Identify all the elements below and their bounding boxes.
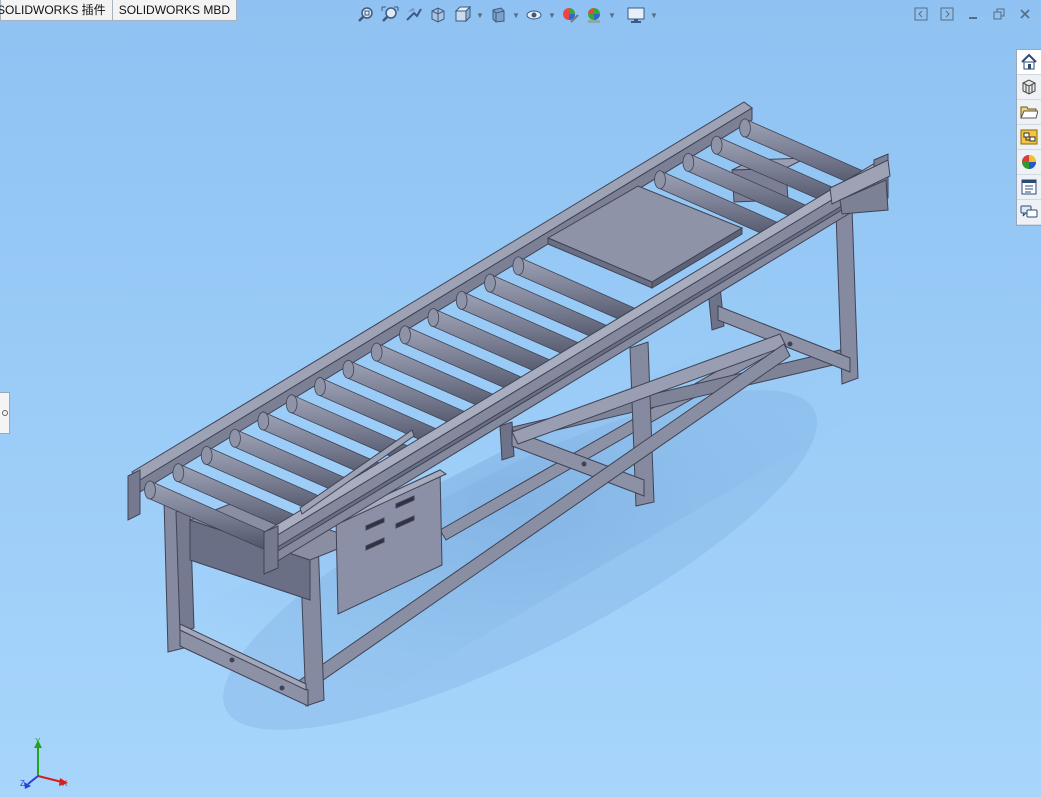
task-pane-tabs: [1016, 49, 1041, 226]
file-explorer-icon[interactable]: [1017, 100, 1041, 125]
view-settings-dropdown[interactable]: ▼: [650, 5, 658, 25]
view-palette-icon[interactable]: [1017, 125, 1041, 150]
triad-x-label: X: [62, 779, 68, 788]
triad-z-label: Z: [20, 779, 25, 788]
view-orientation-icon[interactable]: [452, 5, 472, 25]
apply-scene-icon[interactable]: [584, 5, 604, 25]
view-settings-icon[interactable]: [626, 5, 646, 25]
appearances-icon[interactable]: [1017, 150, 1041, 175]
tile-left-icon[interactable]: [913, 6, 929, 22]
roller-conveyor-model[interactable]: Y X Z: [0, 0, 1041, 797]
handle-grip-icon: [1, 410, 8, 416]
previous-view-icon[interactable]: [404, 5, 424, 25]
display-style-icon[interactable]: [488, 5, 508, 25]
apply-scene-dropdown[interactable]: ▼: [608, 5, 616, 25]
design-library-icon[interactable]: [1017, 75, 1041, 100]
custom-properties-icon[interactable]: [1017, 175, 1041, 200]
zoom-to-area-icon[interactable]: [380, 5, 400, 25]
heads-up-view-toolbar: ▼ ▼ ▼ ▼ ▼: [356, 4, 658, 26]
tab-solidworks-addins[interactable]: SOLIDWORKS 插件: [0, 0, 113, 21]
hide-show-items-dropdown[interactable]: ▼: [548, 5, 556, 25]
document-window-controls: [913, 6, 1033, 22]
forum-icon[interactable]: [1017, 200, 1041, 225]
zoom-to-fit-icon[interactable]: [356, 5, 376, 25]
section-view-icon[interactable]: [428, 5, 448, 25]
display-style-dropdown[interactable]: ▼: [512, 5, 520, 25]
command-manager-tabs: SOLIDWORKS 插件 SOLIDWORKS MBD: [0, 0, 238, 21]
coordinate-triad: Y X Z: [20, 737, 68, 789]
feature-manager-toggle-handle[interactable]: [0, 392, 10, 434]
view-orientation-dropdown[interactable]: ▼: [476, 5, 484, 25]
tile-right-icon[interactable]: [939, 6, 955, 22]
triad-y-label: Y: [35, 737, 41, 746]
hide-show-items-icon[interactable]: [524, 5, 544, 25]
minimize-icon[interactable]: [965, 6, 981, 22]
edit-appearance-icon[interactable]: [560, 5, 580, 25]
restore-icon[interactable]: [991, 6, 1007, 22]
tab-solidworks-mbd[interactable]: SOLIDWORKS MBD: [112, 0, 238, 21]
close-icon[interactable]: [1017, 6, 1033, 22]
home-icon[interactable]: [1017, 50, 1041, 75]
